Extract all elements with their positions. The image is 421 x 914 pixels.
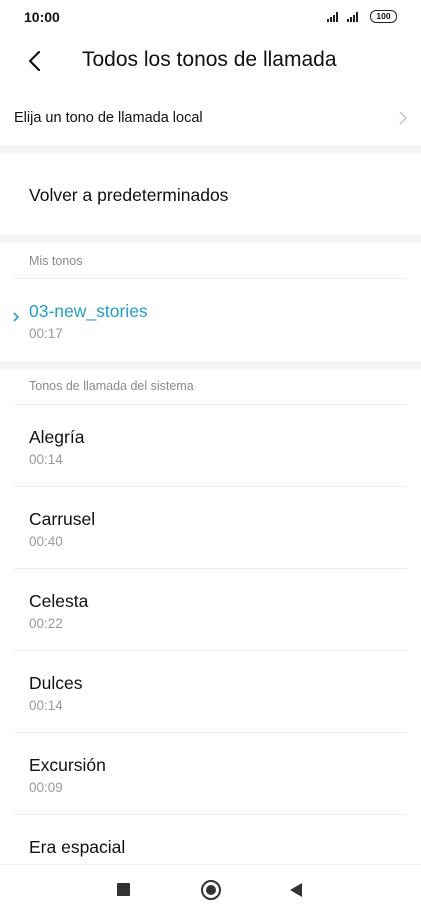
list-item-tone[interactable]: Era espacial [0,815,421,864]
tone-name: Carrusel [29,509,96,529]
tone-duration: 00:22 [29,616,63,631]
tone-name: Alegría [29,427,85,447]
signal-icon [347,12,358,22]
square-icon[interactable] [117,883,130,896]
section-header-my-tones: Mis tonos [29,254,83,268]
circle-icon[interactable] [201,880,221,900]
chevron-left-icon [28,50,41,72]
list-item-tone[interactable]: Celesta 00:22 [0,569,421,651]
tone-duration: 00:14 [29,698,63,713]
system-nav-bar [0,864,421,914]
battery-icon: 100 [370,10,397,23]
list-item-tone[interactable]: Excursión 00:09 [0,733,421,815]
section-gap [0,361,421,369]
list-item-tone[interactable]: Carrusel 00:40 [0,487,421,569]
list-item-tone[interactable]: Dulces 00:14 [0,651,421,733]
section-gap [0,235,421,243]
app-header: Todos los tonos de llamada [0,36,421,86]
tone-duration: 00:09 [29,780,63,795]
tone-name: Era espacial [29,837,126,857]
tone-duration: 00:40 [29,534,63,549]
selected-chevron-icon [13,312,20,322]
section-gap [0,145,421,153]
tone-name: Celesta [29,591,89,611]
triangle-back-icon[interactable] [289,882,303,898]
tone-duration: 00:17 [29,326,63,341]
back-button[interactable] [18,44,52,78]
tone-duration: 00:14 [29,452,63,467]
tone-name: 03-new_stories [29,301,148,321]
restore-default-button[interactable]: Volver a predeterminados [0,153,421,235]
restore-default-label: Volver a predeterminados [29,185,229,205]
local-ringtone-label: Elija un tono de llamada local [14,110,203,126]
list-item-tone[interactable]: Alegría 00:14 [0,405,421,487]
list-item-my-tone[interactable]: 03-new_stories 00:17 [0,279,421,361]
signal-icon [327,12,338,22]
tone-name: Excursión [29,755,106,775]
tone-name: Dulces [29,673,83,693]
chevron-right-icon [399,111,408,125]
status-time: 10:00 [24,9,60,25]
local-ringtone-row[interactable]: Elija un tono de llamada local [0,91,421,145]
page-title: Todos los tonos de llamada [82,48,337,71]
status-bar: 10:00 100 [0,0,421,34]
section-header-system-tones: Tonos de llamada del sistema [29,379,194,393]
